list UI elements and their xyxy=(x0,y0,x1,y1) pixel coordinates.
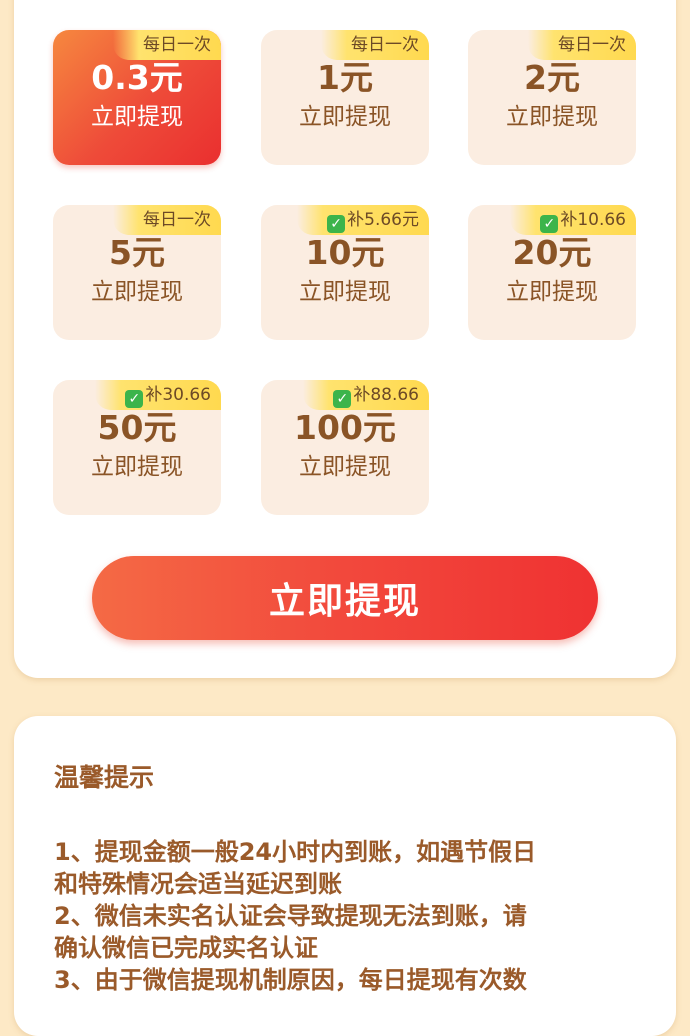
option-amount: 50元 xyxy=(97,408,177,447)
daily-once-badge: 每日一次 xyxy=(113,30,221,60)
bonus-badge: ✓ 补5.66元 xyxy=(297,205,429,235)
option-amount: 10元 xyxy=(305,233,385,272)
withdraw-option-100[interactable]: ✓ 补88.66 100元 立即提现 xyxy=(261,380,429,515)
option-amount: 20元 xyxy=(512,233,592,272)
bonus-badge: ✓ 补30.66 xyxy=(95,380,221,410)
withdraw-option-50[interactable]: ✓ 补30.66 50元 立即提现 xyxy=(53,380,221,515)
tip-line: 1、提现金额一般24小时内到账，如遇节假日 xyxy=(54,838,537,866)
check-icon: ✓ xyxy=(333,390,352,408)
withdraw-option-0-3[interactable]: 每日一次 0.3元 立即提现 xyxy=(53,30,221,165)
tips-card: 温馨提示 1、提现金额一般24小时内到账，如遇节假日 和特殊情况会适当延迟到账 … xyxy=(14,716,676,1036)
tips-list: 1、提现金额一般24小时内到账，如遇节假日 和特殊情况会适当延迟到账 2、微信未… xyxy=(54,836,654,996)
tips-title: 温馨提示 xyxy=(54,763,155,792)
tip-line: 确认微信已完成实名认证 xyxy=(54,934,318,962)
daily-once-badge: 每日一次 xyxy=(321,30,429,60)
daily-once-badge: 每日一次 xyxy=(113,205,221,235)
option-action-label: 立即提现 xyxy=(506,104,598,130)
check-icon: ✓ xyxy=(327,215,346,233)
option-amount: 5元 xyxy=(109,233,165,272)
check-icon: ✓ xyxy=(540,215,559,233)
option-action-label: 立即提现 xyxy=(506,279,598,305)
bonus-badge: ✓ 补10.66 xyxy=(510,205,636,235)
option-action-label: 立即提现 xyxy=(299,104,391,130)
option-action-label: 立即提现 xyxy=(91,279,183,305)
withdraw-option-2[interactable]: 每日一次 2元 立即提现 xyxy=(468,30,636,165)
option-action-label: 立即提现 xyxy=(91,104,183,130)
option-action-label: 立即提现 xyxy=(91,454,183,480)
withdraw-now-button[interactable]: 立即提现 xyxy=(92,556,598,640)
withdraw-option-1[interactable]: 每日一次 1元 立即提现 xyxy=(261,30,429,165)
withdraw-option-10[interactable]: ✓ 补5.66元 10元 立即提现 xyxy=(261,205,429,340)
option-amount: 1元 xyxy=(317,58,373,97)
daily-once-badge: 每日一次 xyxy=(528,30,636,60)
tip-line: 3、由于微信提现机制原因，每日提现有次数 xyxy=(54,966,527,994)
option-action-label: 立即提现 xyxy=(299,454,391,480)
option-amount: 100元 xyxy=(294,408,396,447)
withdraw-option-20[interactable]: ✓ 补10.66 20元 立即提现 xyxy=(468,205,636,340)
option-amount: 0.3元 xyxy=(91,58,183,97)
bonus-badge: ✓ 补88.66 xyxy=(303,380,429,410)
tip-line: 2、微信未实名认证会导致提现无法到账，请 xyxy=(54,902,527,930)
option-amount: 2元 xyxy=(524,58,580,97)
tip-line: 和特殊情况会适当延迟到账 xyxy=(54,870,342,898)
withdraw-option-5[interactable]: 每日一次 5元 立即提现 xyxy=(53,205,221,340)
option-action-label: 立即提现 xyxy=(299,279,391,305)
check-icon: ✓ xyxy=(125,390,144,408)
